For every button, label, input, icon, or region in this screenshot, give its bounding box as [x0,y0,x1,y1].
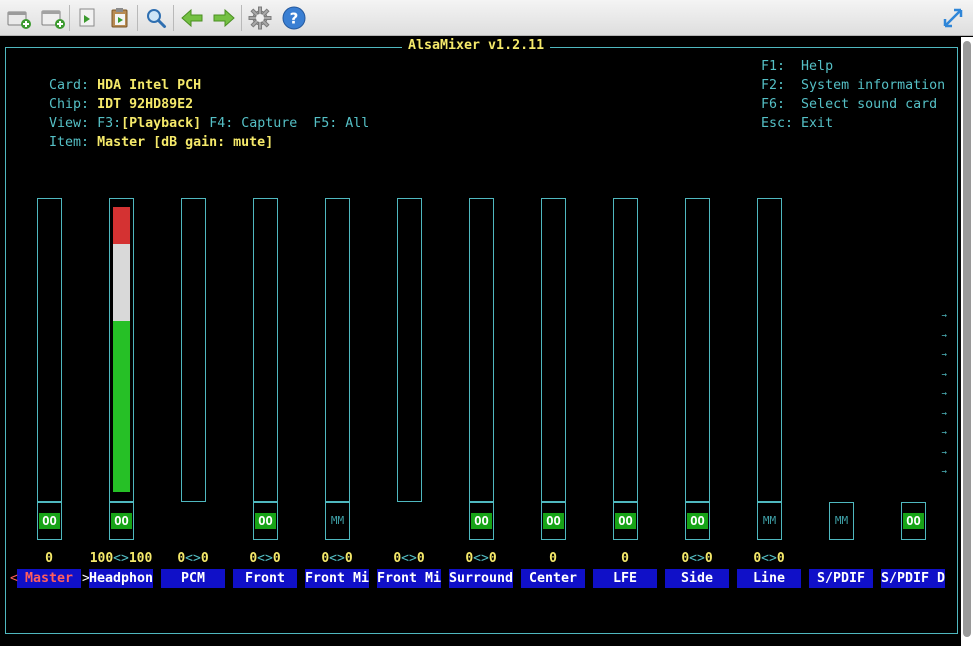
switch-on-indicator: OO [687,513,708,529]
volume-readout: 0<>0 [321,551,353,566]
channel-name-lfe[interactable]: LFE [593,569,657,588]
mute-switch[interactable]: MM [829,502,854,540]
switch-on-indicator: OO [255,513,276,529]
help-text: System information [801,78,946,93]
channel-name-front[interactable]: Front [233,569,297,588]
channel-name-headphon[interactable]: Headphon [89,569,153,588]
volume-gauge[interactable] [613,198,638,502]
channel-name-s-pdif[interactable]: S/PDIF [809,569,873,588]
help-key: F6: [761,97,786,112]
mute-switch[interactable]: OO [541,502,566,540]
volume-gauge[interactable] [469,198,494,502]
volume-readout: 0<>0 [393,551,425,566]
volume-readout: 0<>0 [753,551,785,566]
mute-switch[interactable]: OO [685,502,710,540]
mute-switch[interactable]: OO [253,502,278,540]
switch-on-indicator: OO [615,513,636,529]
channel-name-front-mi[interactable]: Front Mi [305,569,369,588]
scrollbar-thumb[interactable] [963,41,971,637]
forward-arrow-icon[interactable] [210,4,238,32]
channel-name-line[interactable]: Line [737,569,801,588]
search-icon[interactable] [142,4,170,32]
volume-readout: 0<>0 [681,551,713,566]
scroll-indicator: → → → → → → → → → [941,311,947,477]
svg-text:?: ? [290,10,299,28]
volume-gauge[interactable] [685,198,710,502]
selection-left-marker: < [10,571,18,586]
channel-name-front-mi[interactable]: Front Mi [377,569,441,588]
channel-name-center[interactable]: Center [521,569,585,588]
volume-readout: 0<>0 [177,551,209,566]
switch-on-indicator: OO [543,513,564,529]
item-value: Master [dB gain: mute] [97,135,274,150]
fullscreen-icon[interactable] [939,4,967,32]
volume-readout: 0<>0 [249,551,281,566]
help-key: F2: [761,78,786,93]
copy-icon[interactable] [74,4,102,32]
mute-switch[interactable]: OO [109,502,134,540]
switch-muted-indicator: MM [330,514,345,527]
volume-gauge[interactable] [397,198,422,502]
switch-on-indicator: OO [111,513,132,529]
help-f2: F2: System information [761,76,945,95]
help-text: Select sound card [801,97,938,112]
volume-gauge[interactable] [181,198,206,502]
volume-gauge[interactable] [541,198,566,502]
channel-name-side[interactable]: Side [665,569,729,588]
mixer-title: AlsaMixer v1.2.11 [402,38,551,53]
help-text: Exit [801,116,834,131]
mute-switch[interactable]: OO [613,502,638,540]
volume-readout: 0<>0 [465,551,497,566]
help-key: Esc: [761,116,794,131]
help-key: F1: [761,59,786,74]
gear-icon[interactable] [246,4,274,32]
terminal-scrollbar[interactable] [961,37,973,646]
channel-name-surround[interactable]: Surround [449,569,513,588]
back-arrow-icon[interactable] [178,4,206,32]
volume-readout: 0 [45,551,53,566]
volume-gauge[interactable] [757,198,782,502]
item-label: Item: [49,135,90,150]
mute-switch[interactable]: MM [757,502,782,540]
mute-switch[interactable]: OO [901,502,926,540]
volume-readout: 100<>100 [89,551,153,566]
help-esc: Esc: Exit [761,114,833,133]
help-f6: F6: Select sound card [761,95,937,114]
channel-name-pcm[interactable]: PCM [161,569,225,588]
help-text: Help [801,59,834,74]
paste-icon[interactable] [106,4,134,32]
item-line: Item: Master [dB gain: mute] [17,114,273,171]
mute-switch[interactable]: OO [37,502,62,540]
switch-on-indicator: OO [903,513,924,529]
terminal-area[interactable]: AlsaMixer v1.2.11 Card: HDA Intel PCH Ch… [0,37,961,646]
new-tab-icon[interactable] [38,4,66,32]
channel-name-master[interactable]: Master [17,569,81,588]
gauge-fill-high [113,207,130,245]
help-f1: F1: Help [761,57,833,76]
volume-readout: 0 [549,551,557,566]
switch-on-indicator: OO [471,513,492,529]
gauge-fill-mid [113,244,130,321]
volume-readout: 0 [621,551,629,566]
window-toolbar: ? [0,0,973,36]
switch-muted-indicator: MM [762,514,777,527]
switch-muted-indicator: MM [834,514,849,527]
channel-name-s-pdif-d[interactable]: S/PDIF D [881,569,945,588]
help-icon[interactable]: ? [280,4,308,32]
mute-switch[interactable]: OO [469,502,494,540]
volume-gauge[interactable] [253,198,278,502]
new-terminal-icon[interactable] [4,4,32,32]
volume-gauge[interactable] [325,198,350,502]
view-all[interactable]: F5: All [313,116,369,131]
volume-gauge[interactable] [37,198,62,502]
gauge-fill-low [113,321,130,492]
switch-on-indicator: OO [39,513,60,529]
mute-switch[interactable]: MM [325,502,350,540]
